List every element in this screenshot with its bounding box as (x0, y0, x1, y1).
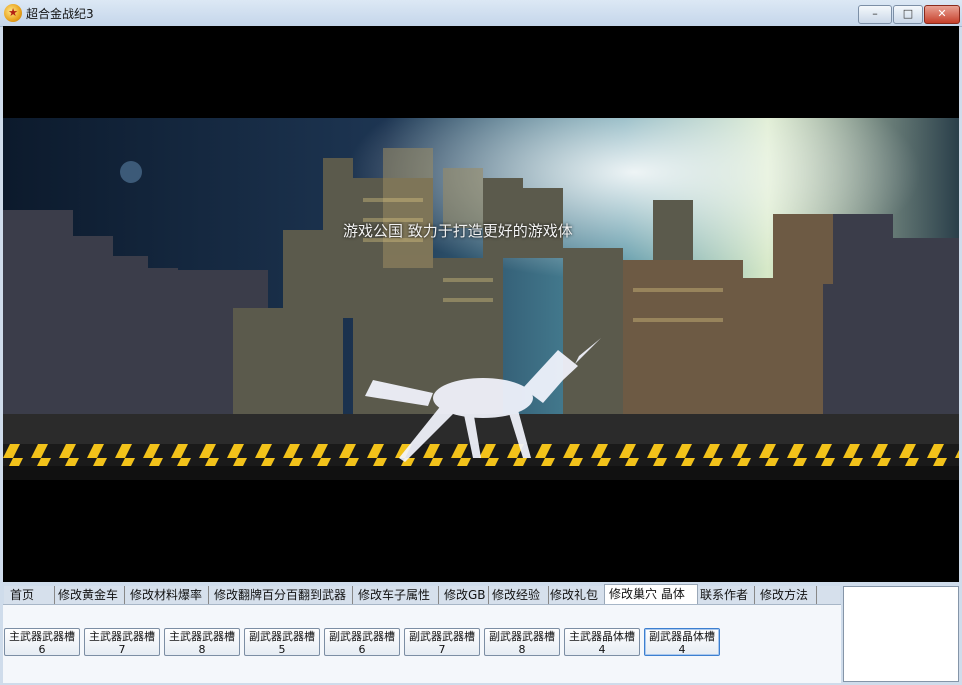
tab-experience[interactable]: 修改经验 (488, 586, 549, 604)
slot-number: 7 (118, 643, 126, 656)
tab-nest-crystal[interactable]: 修改巢穴 晶体 (604, 584, 698, 605)
tab-gold-car[interactable]: 修改黄金车 (54, 586, 125, 604)
slot-label: 主武器武器槽 (9, 630, 75, 643)
slot-button[interactable]: 副武器晶体槽 4 (644, 628, 720, 656)
close-button[interactable]: ✕ (924, 5, 960, 24)
slot-button[interactable]: 主武器武器槽 6 (4, 628, 80, 656)
slot-button[interactable]: 副武器武器槽 8 (484, 628, 560, 656)
slot-label: 主武器晶体槽 (569, 630, 635, 643)
slot-label: 主武器武器槽 (169, 630, 235, 643)
city-scene (3, 118, 959, 480)
title-bar: ★ 超合金战纪3 – □ ✕ (0, 0, 962, 27)
slot-button[interactable]: 主武器武器槽 8 (164, 628, 240, 656)
maximize-button[interactable]: □ (893, 5, 923, 24)
window-title: 超合金战纪3 (26, 7, 94, 21)
slogan-text: 游戏公国 致力于打造更好的游戏体 (343, 222, 573, 240)
slot-button[interactable]: 副武器武器槽 5 (244, 628, 320, 656)
tab-strip: 首页 修改黄金车 修改材料爆率 修改翻牌百分百翻到武器 修改车子属性 修改GB … (4, 584, 840, 605)
tab-gb[interactable]: 修改GB (440, 586, 489, 604)
slot-button[interactable]: 副武器武器槽 6 (324, 628, 400, 656)
tab-gift-pack[interactable]: 修改礼包 (546, 586, 607, 604)
slot-label: 副武器武器槽 (249, 630, 315, 643)
slot-label: 副武器武器槽 (489, 630, 555, 643)
slot-number: 4 (678, 643, 686, 656)
slot-label: 主武器武器槽 (89, 630, 155, 643)
game-banner-image: 游戏公国 致力于打造更好的游戏体 (3, 118, 959, 480)
slot-label: 副武器武器槽 (329, 630, 395, 643)
slot-label: 副武器晶体槽 (649, 630, 715, 643)
star-icon[interactable]: ★ (4, 4, 22, 22)
tab-material-drop[interactable]: 修改材料爆率 (126, 586, 209, 604)
slot-number: 4 (598, 643, 606, 656)
slot-label: 副武器武器槽 (409, 630, 475, 643)
tab-modify-method[interactable]: 修改方法 (756, 586, 817, 604)
slot-number: 6 (358, 643, 366, 656)
slot-button[interactable]: 副武器武器槽 7 (404, 628, 480, 656)
slot-number: 8 (198, 643, 206, 656)
slot-button[interactable]: 主武器武器槽 7 (84, 628, 160, 656)
game-viewport[interactable]: 游戏公国 致力于打造更好的游戏体 (3, 26, 959, 582)
slot-number: 8 (518, 643, 526, 656)
tab-contact-author[interactable]: 联系作者 (696, 586, 755, 604)
side-panel (843, 586, 959, 682)
tab-car-attributes[interactable]: 修改车子属性 (354, 586, 439, 604)
minimize-button[interactable]: – (858, 5, 892, 24)
tab-card-flip[interactable]: 修改翻牌百分百翻到武器 (210, 586, 353, 604)
slot-button[interactable]: 主武器晶体槽 4 (564, 628, 640, 656)
tab-home[interactable]: 首页 (6, 586, 55, 604)
slot-number: 5 (278, 643, 286, 656)
tab-panel: 主武器武器槽 6 主武器武器槽 7 主武器武器槽 8 副武器武器槽 5 副武器武… (3, 604, 841, 683)
slot-number: 7 (438, 643, 446, 656)
slot-number: 6 (38, 643, 46, 656)
